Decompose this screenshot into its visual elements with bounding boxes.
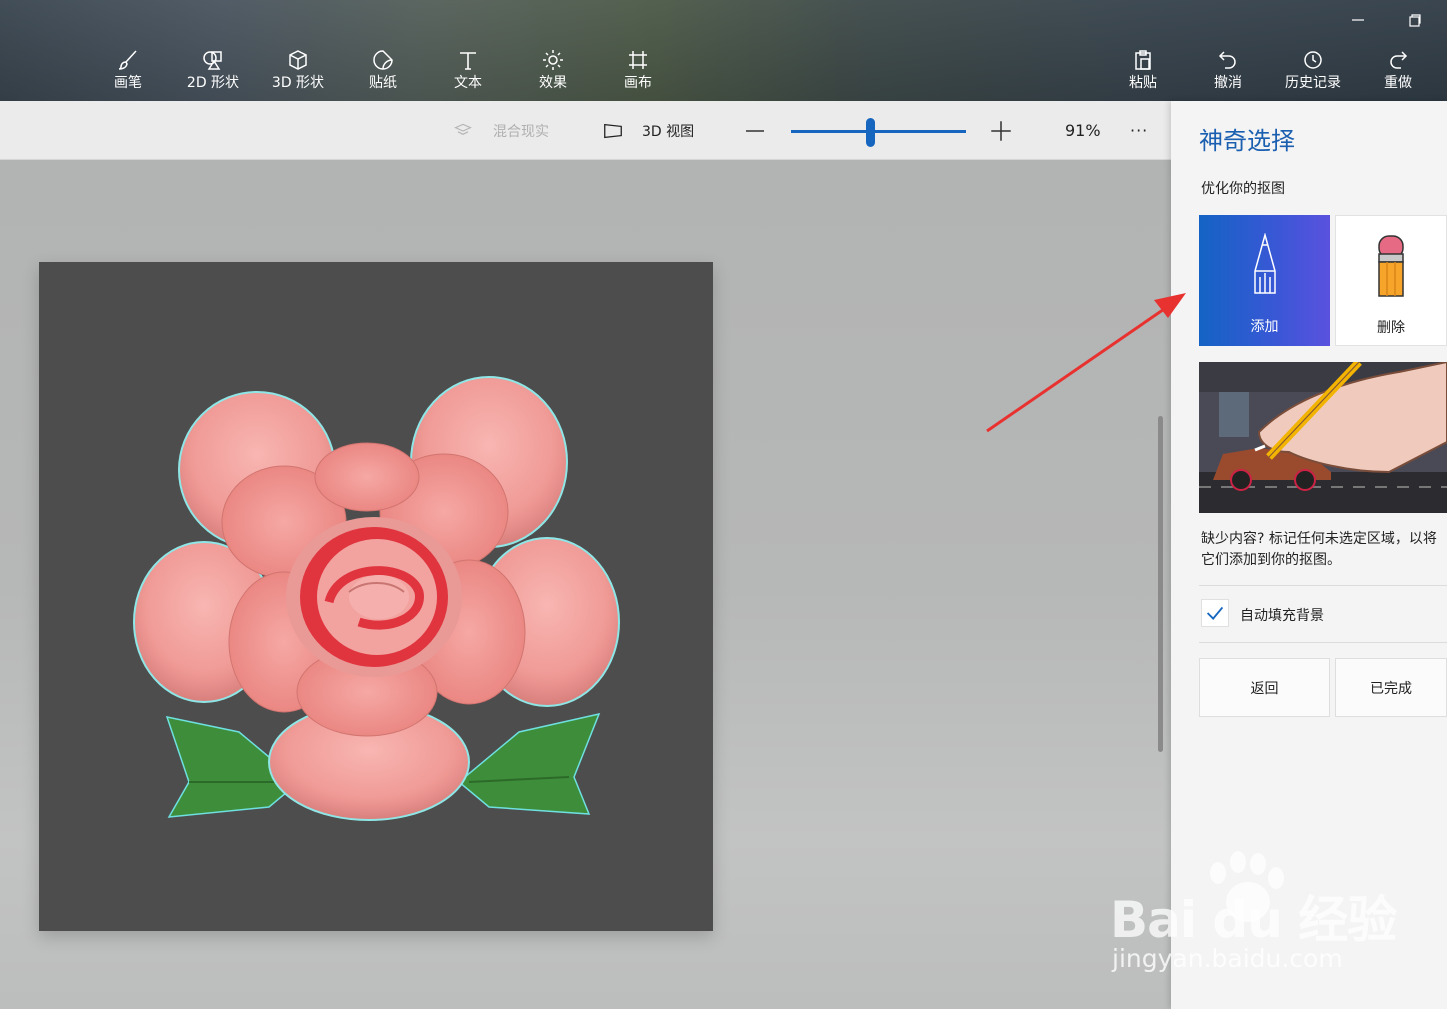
tutorial-illustration [1199, 362, 1447, 513]
shapes-2d-icon [200, 48, 226, 74]
history-icon [1300, 48, 1326, 74]
undo-label: 撤消 [1214, 75, 1242, 91]
panel-title: 神奇选择 [1199, 127, 1295, 155]
restore-button[interactable] [1403, 8, 1427, 32]
plus-icon [991, 120, 1011, 141]
auto-fill-label: 自动填充背景 [1240, 608, 1324, 624]
mixed-reality-button[interactable]: 混合现实 [453, 101, 549, 160]
tool-stickers-label: 贴纸 [369, 75, 397, 91]
divider-top [1199, 585, 1447, 586]
zoom-slider-thumb[interactable] [866, 118, 875, 147]
zoom-in-button[interactable] [988, 101, 1014, 160]
drawing-canvas[interactable] [39, 262, 713, 931]
canvas-crop-icon [625, 48, 651, 74]
magic-select-panel: 神奇选择 优化你的抠图 添加 删除 缺少内容? 标记任何未选定区域，以将它们添加… [1171, 101, 1447, 1009]
history-button[interactable]: 历史记录 [1273, 48, 1353, 98]
cube-icon [285, 48, 311, 74]
zoom-slider-track[interactable] [791, 130, 966, 133]
tool-text[interactable]: 文本 [428, 48, 508, 98]
back-button[interactable]: 返回 [1199, 658, 1330, 717]
tool-3d-shapes[interactable]: 3D 形状 [258, 48, 338, 98]
back-label: 返回 [1250, 680, 1279, 697]
minus-icon [746, 129, 764, 132]
remove-button[interactable]: 删除 [1335, 215, 1447, 346]
restore-icon [1409, 14, 1421, 27]
more-options-button[interactable]: ··· [1130, 101, 1148, 160]
watermark-brand: Bai du 经验 [1110, 891, 1397, 949]
mixed-reality-label: 混合现实 [493, 123, 549, 140]
panel-description: 缺少内容? 标记任何未选定区域，以将它们添加到你的抠图。 [1201, 531, 1437, 568]
tool-canvas[interactable]: 画布 [598, 48, 678, 98]
divider-bottom [1199, 642, 1447, 643]
add-label: 添加 [1250, 319, 1279, 335]
remove-label: 删除 [1377, 320, 1405, 336]
tool-stickers[interactable]: 贴纸 [343, 48, 423, 98]
brush-icon [115, 48, 141, 74]
tool-effects[interactable]: 效果 [513, 48, 593, 98]
tool-canvas-label: 画布 [624, 75, 652, 91]
view-3d-button[interactable]: 3D 视图 [602, 101, 694, 160]
done-label: 已完成 [1370, 680, 1412, 697]
minimize-icon [1352, 19, 1364, 21]
tool-brush-label: 画笔 [114, 75, 142, 91]
redo-button[interactable]: 重做 [1358, 48, 1438, 98]
eraser-remove-icon [1336, 234, 1446, 298]
redo-icon [1385, 48, 1411, 74]
redo-label: 重做 [1384, 75, 1412, 91]
sticker-icon [370, 48, 396, 74]
top-toolbar: 画笔 2D 形状 3D 形状 贴纸 文本 效果 画布 粘贴 撤消 历史记录 重做 [0, 0, 1447, 101]
done-button[interactable]: 已完成 [1335, 658, 1447, 717]
watermark-url: jingyan.baidu.com [1112, 944, 1343, 973]
paste-icon [1130, 48, 1156, 74]
minimize-button[interactable] [1346, 8, 1370, 32]
auto-fill-checkbox[interactable] [1201, 599, 1229, 627]
vertical-scrollbar[interactable] [1158, 416, 1163, 752]
zoom-value[interactable]: 91% [1065, 101, 1101, 160]
text-icon [455, 48, 481, 74]
zoom-out-button[interactable] [743, 101, 767, 160]
pencil-add-icon [1199, 233, 1330, 297]
history-label: 历史记录 [1285, 75, 1341, 91]
undo-icon [1215, 48, 1241, 74]
rose-image [133, 376, 620, 821]
tool-3d-shapes-label: 3D 形状 [271, 75, 325, 91]
add-button[interactable]: 添加 [1199, 215, 1330, 346]
view-toolbar: 混合现实 3D 视图 91% ··· [0, 101, 1171, 160]
check-icon [1206, 606, 1224, 620]
panel-subtitle: 优化你的抠图 [1201, 181, 1285, 197]
paste-button[interactable]: 粘贴 [1103, 48, 1183, 98]
view-3d-label: 3D 视图 [642, 123, 695, 140]
effects-sun-icon [540, 48, 566, 74]
mixed-reality-icon [454, 123, 472, 135]
tool-text-label: 文本 [454, 75, 482, 91]
paste-label: 粘贴 [1129, 75, 1157, 91]
tool-effects-label: 效果 [539, 75, 567, 91]
undo-button[interactable]: 撤消 [1188, 48, 1268, 98]
view-3d-icon [604, 123, 622, 138]
tool-2d-shapes-label: 2D 形状 [186, 75, 240, 91]
tool-2d-shapes[interactable]: 2D 形状 [173, 48, 253, 98]
tool-brush[interactable]: 画笔 [88, 48, 168, 98]
